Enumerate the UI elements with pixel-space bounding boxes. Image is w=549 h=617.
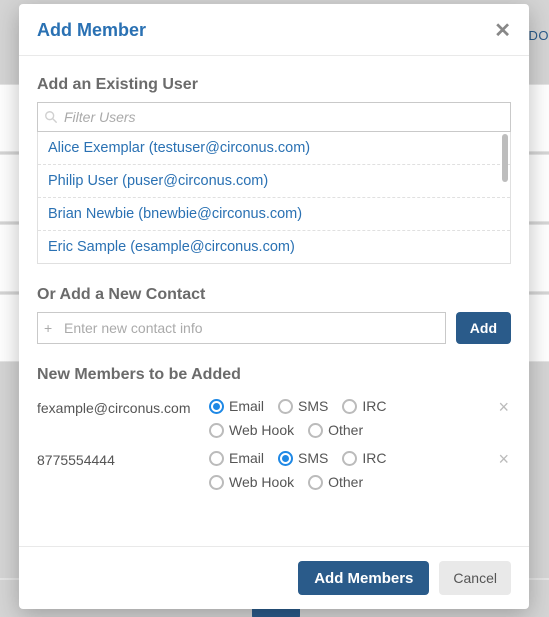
new-contact-field[interactable]: + <box>37 312 446 344</box>
user-list-item[interactable]: Eric Sample (esample@circonus.com) <box>38 231 510 263</box>
radio-icon <box>209 423 224 438</box>
user-list-item[interactable]: Philip User (puser@circonus.com) <box>38 165 510 198</box>
contact-type-web-hook[interactable]: Web Hook <box>209 422 294 438</box>
modal-title: Add Member <box>37 20 146 41</box>
contact-type-other[interactable]: Other <box>308 474 363 490</box>
contact-type-label: Other <box>328 422 363 438</box>
contact-type-label: Web Hook <box>229 422 294 438</box>
new-contact-heading: Or Add a New Contact <box>37 286 511 304</box>
radio-icon <box>209 451 224 466</box>
pending-heading: New Members to be Added <box>37 366 511 384</box>
contact-type-label: SMS <box>298 450 328 466</box>
contact-type-label: Web Hook <box>229 474 294 490</box>
pending-member-label: 8775554444 <box>37 450 209 468</box>
contact-type-options: Email SMS IRC Web Hook Other <box>209 450 496 490</box>
radio-icon <box>209 399 224 414</box>
contact-type-label: SMS <box>298 398 328 414</box>
cancel-button[interactable]: Cancel <box>439 561 511 595</box>
pending-member-row: fexample@circonus.com Email SMS IRC Web Hook… <box>37 392 511 444</box>
contact-type-email[interactable]: Email <box>209 398 264 414</box>
radio-icon <box>278 399 293 414</box>
add-contact-button[interactable]: Add <box>456 312 511 344</box>
pending-member-row: 8775554444 Email SMS IRC Web Hook Other × <box>37 444 511 496</box>
radio-icon <box>209 475 224 490</box>
contact-type-sms[interactable]: SMS <box>278 398 328 414</box>
new-contact-input[interactable] <box>46 313 437 343</box>
user-list-item[interactable]: Alice Exemplar (testuser@circonus.com) <box>38 132 510 165</box>
pending-list: fexample@circonus.com Email SMS IRC Web Hook… <box>37 392 511 496</box>
plus-icon: + <box>44 321 52 335</box>
contact-type-label: IRC <box>362 450 386 466</box>
filter-users-field[interactable] <box>37 102 511 132</box>
search-icon <box>44 110 58 124</box>
close-icon[interactable]: ✕ <box>494 21 511 41</box>
contact-type-email[interactable]: Email <box>209 450 264 466</box>
contact-type-options: Email SMS IRC Web Hook Other <box>209 398 496 438</box>
user-list-item[interactable]: Brian Newbie (bnewbie@circonus.com) <box>38 198 510 231</box>
contact-type-web-hook[interactable]: Web Hook <box>209 474 294 490</box>
contact-type-label: Email <box>229 450 264 466</box>
existing-user-heading: Add an Existing User <box>37 76 511 94</box>
radio-icon <box>308 423 323 438</box>
contact-type-sms[interactable]: SMS <box>278 450 328 466</box>
contact-type-other[interactable]: Other <box>308 422 363 438</box>
contact-type-label: Email <box>229 398 264 414</box>
contact-type-label: Other <box>328 474 363 490</box>
pending-member-label: fexample@circonus.com <box>37 398 209 416</box>
remove-pending-icon[interactable]: × <box>496 450 511 468</box>
contact-type-irc[interactable]: IRC <box>342 450 386 466</box>
add-members-button[interactable]: Add Members <box>298 561 429 595</box>
scrollbar-thumb[interactable] <box>502 134 508 182</box>
filter-users-input[interactable] <box>38 103 510 131</box>
add-member-modal: Add Member ✕ Add an Existing User Alice … <box>19 4 529 609</box>
radio-icon <box>278 451 293 466</box>
contact-type-label: IRC <box>362 398 386 414</box>
remove-pending-icon[interactable]: × <box>496 398 511 416</box>
radio-icon <box>308 475 323 490</box>
contact-type-irc[interactable]: IRC <box>342 398 386 414</box>
radio-icon <box>342 451 357 466</box>
radio-icon <box>342 399 357 414</box>
user-list: Alice Exemplar (testuser@circonus.com)Ph… <box>37 132 511 264</box>
